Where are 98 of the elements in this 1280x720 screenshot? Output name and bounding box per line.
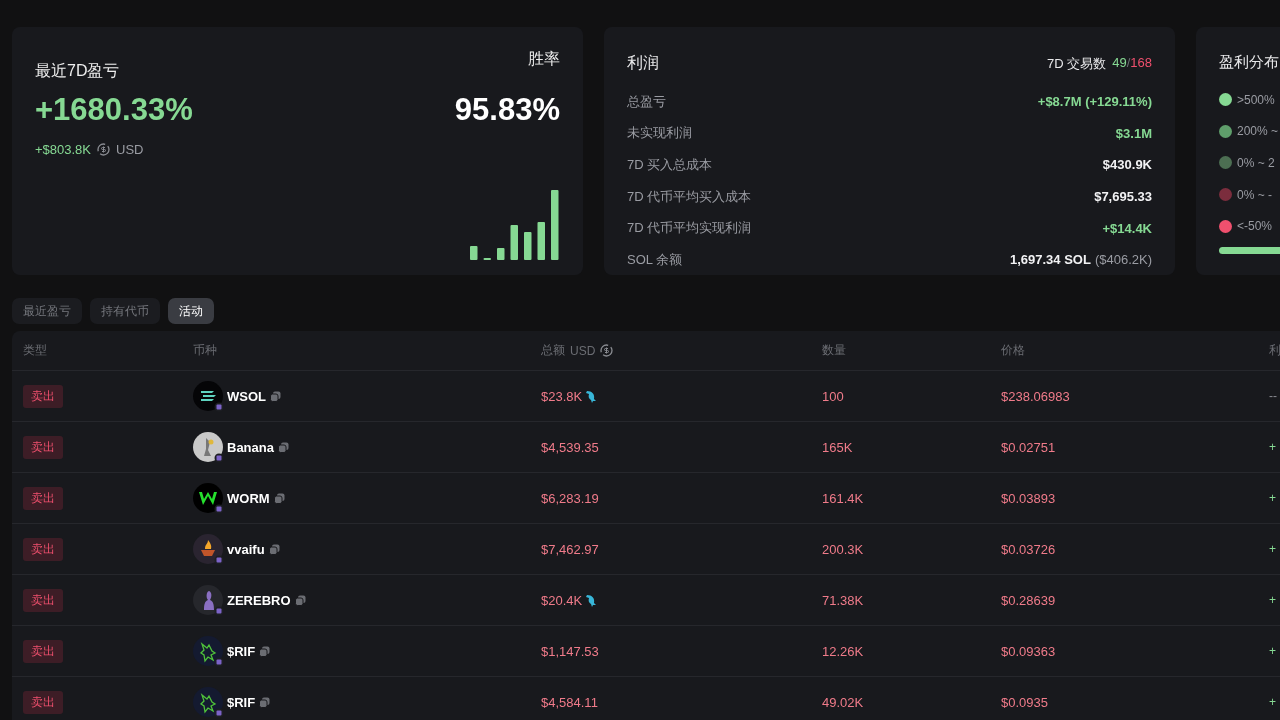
trade-type-badge: 卖出 bbox=[23, 690, 63, 714]
legend-label: <-50% bbox=[1237, 219, 1273, 234]
token-name[interactable]: ZEREBRO bbox=[227, 592, 291, 608]
stat-value: $430.9K bbox=[1102, 157, 1152, 173]
legend-label: 0% ~ 2 bbox=[1237, 156, 1275, 170]
token-icon bbox=[193, 432, 223, 462]
column-header: 数量 bbox=[822, 342, 847, 359]
amount-value: 100 bbox=[822, 388, 845, 404]
trades-label: 7D 交易数 bbox=[1046, 54, 1107, 73]
stat-label: 7D 代币平均实现利润 bbox=[627, 219, 752, 238]
token-icon bbox=[193, 636, 223, 666]
trades-loss-count: 168 bbox=[1130, 54, 1152, 70]
amount-value: 12.26K bbox=[822, 643, 865, 659]
token-name[interactable]: WSOL bbox=[227, 388, 266, 404]
total-value: $4,539.35 bbox=[541, 439, 599, 455]
copy-icon[interactable] bbox=[259, 645, 271, 657]
pnl-percent: +1680.33% bbox=[35, 92, 193, 128]
tab[interactable]: 活动 bbox=[168, 298, 214, 324]
trade-type-badge: 卖出 bbox=[23, 384, 63, 408]
amount-value: 71.38K bbox=[822, 592, 865, 608]
profit-value: + bbox=[1269, 542, 1277, 556]
token-name[interactable]: WORM bbox=[227, 490, 270, 506]
profit-value: + bbox=[1269, 491, 1277, 505]
currency-swap-icon[interactable] bbox=[600, 344, 614, 357]
trades-win-count: 49 bbox=[1112, 54, 1127, 70]
total-value: $20.4K bbox=[541, 592, 583, 608]
stat-value: $7,695.33 bbox=[1094, 189, 1152, 205]
pnl-amount: +$803.8K bbox=[35, 142, 92, 157]
token-name[interactable]: vvaifu bbox=[227, 541, 265, 557]
currency-label: USD bbox=[116, 142, 144, 157]
currency-swap-icon[interactable] bbox=[97, 143, 111, 156]
token-icon bbox=[193, 483, 223, 513]
profit-value: + bbox=[1269, 695, 1277, 709]
winrate-label: 胜率 bbox=[528, 49, 560, 69]
price-value: $0.09363 bbox=[1001, 643, 1057, 659]
stat-label: SOL 余额 bbox=[627, 250, 683, 269]
token-icon bbox=[193, 381, 223, 411]
token-icon bbox=[193, 534, 223, 564]
stat-label: 7D 代币平均买入成本 bbox=[627, 187, 752, 206]
column-header: 总额 bbox=[541, 342, 565, 359]
price-value: $0.02751 bbox=[1001, 439, 1057, 455]
trade-type-badge: 卖出 bbox=[23, 588, 63, 612]
price-value: $0.03893 bbox=[1001, 490, 1057, 506]
copy-icon[interactable] bbox=[277, 441, 289, 453]
amount-value: 161.4K bbox=[822, 490, 865, 506]
stat-value: $3.1M bbox=[1115, 125, 1152, 141]
trade-type-badge: 卖出 bbox=[23, 435, 63, 459]
profit-value: + bbox=[1269, 440, 1277, 454]
trade-type-badge: 卖出 bbox=[23, 537, 63, 561]
token-name[interactable]: $RIF bbox=[227, 643, 256, 659]
stat-value: +$14.4K bbox=[1102, 220, 1152, 236]
profit-value: + bbox=[1269, 593, 1277, 607]
total-value: $1,147.53 bbox=[541, 643, 599, 659]
profit-value: -- bbox=[1269, 389, 1278, 403]
stat-label: 7D 买入总成本 bbox=[627, 156, 713, 174]
total-value: $6,283.19 bbox=[541, 490, 599, 506]
trade-type-badge: 卖出 bbox=[23, 486, 63, 510]
copy-icon[interactable] bbox=[294, 594, 306, 606]
copy-icon[interactable] bbox=[259, 696, 271, 708]
card-title: 盈利分布 bbox=[1219, 53, 1280, 72]
total-value: $23.8K bbox=[541, 388, 583, 404]
total-value: $4,584.11 bbox=[541, 694, 598, 710]
winrate-value: 95.83% bbox=[454, 92, 560, 128]
tab[interactable]: 最近盈亏 bbox=[12, 298, 82, 324]
amount-value: 200.3K bbox=[822, 541, 865, 557]
total-value: $7,462.97 bbox=[541, 541, 599, 557]
stat-note: ($406.2K) bbox=[1094, 252, 1152, 268]
price-value: $238.06983 bbox=[1001, 388, 1071, 404]
stat-value: 1,697.34 SOL bbox=[1009, 252, 1091, 268]
amount-value: 49.02K bbox=[822, 694, 865, 710]
legend-label: 0% ~ - bbox=[1237, 187, 1272, 202]
trade-type-badge: 卖出 bbox=[23, 639, 63, 663]
unit-label: USD bbox=[570, 343, 596, 358]
amount-value: 165K bbox=[822, 439, 854, 455]
legend-label: >500% bbox=[1237, 92, 1275, 107]
stat-label: 总盈亏 bbox=[627, 92, 666, 111]
card-title: 利润 bbox=[627, 53, 659, 73]
stat-value: +$8.7M (+129.11%) bbox=[1037, 94, 1152, 110]
column-header: 利 bbox=[1269, 342, 1280, 359]
legend-label: 200% ~ bbox=[1237, 124, 1279, 139]
token-name[interactable]: Banana bbox=[227, 439, 274, 455]
column-header: 类型 bbox=[23, 342, 48, 359]
token-icon bbox=[193, 687, 223, 717]
copy-icon[interactable] bbox=[268, 543, 280, 555]
trades-separator: / bbox=[1126, 54, 1131, 70]
profit-value: + bbox=[1269, 644, 1277, 658]
tab[interactable]: 持有代币 bbox=[90, 298, 160, 324]
copy-icon[interactable] bbox=[273, 492, 285, 504]
token-name[interactable]: $RIF bbox=[227, 694, 256, 710]
column-header: 价格 bbox=[1001, 342, 1026, 359]
copy-icon[interactable] bbox=[270, 390, 281, 402]
price-value: $0.03726 bbox=[1001, 541, 1057, 557]
stat-label: 未实现利润 bbox=[627, 124, 692, 143]
price-value: $0.0935 bbox=[1001, 694, 1049, 710]
column-header: 币种 bbox=[193, 342, 218, 359]
token-icon bbox=[193, 585, 223, 615]
price-value: $0.28639 bbox=[1001, 592, 1057, 608]
card-title: 最近7D盈亏 bbox=[35, 61, 120, 81]
